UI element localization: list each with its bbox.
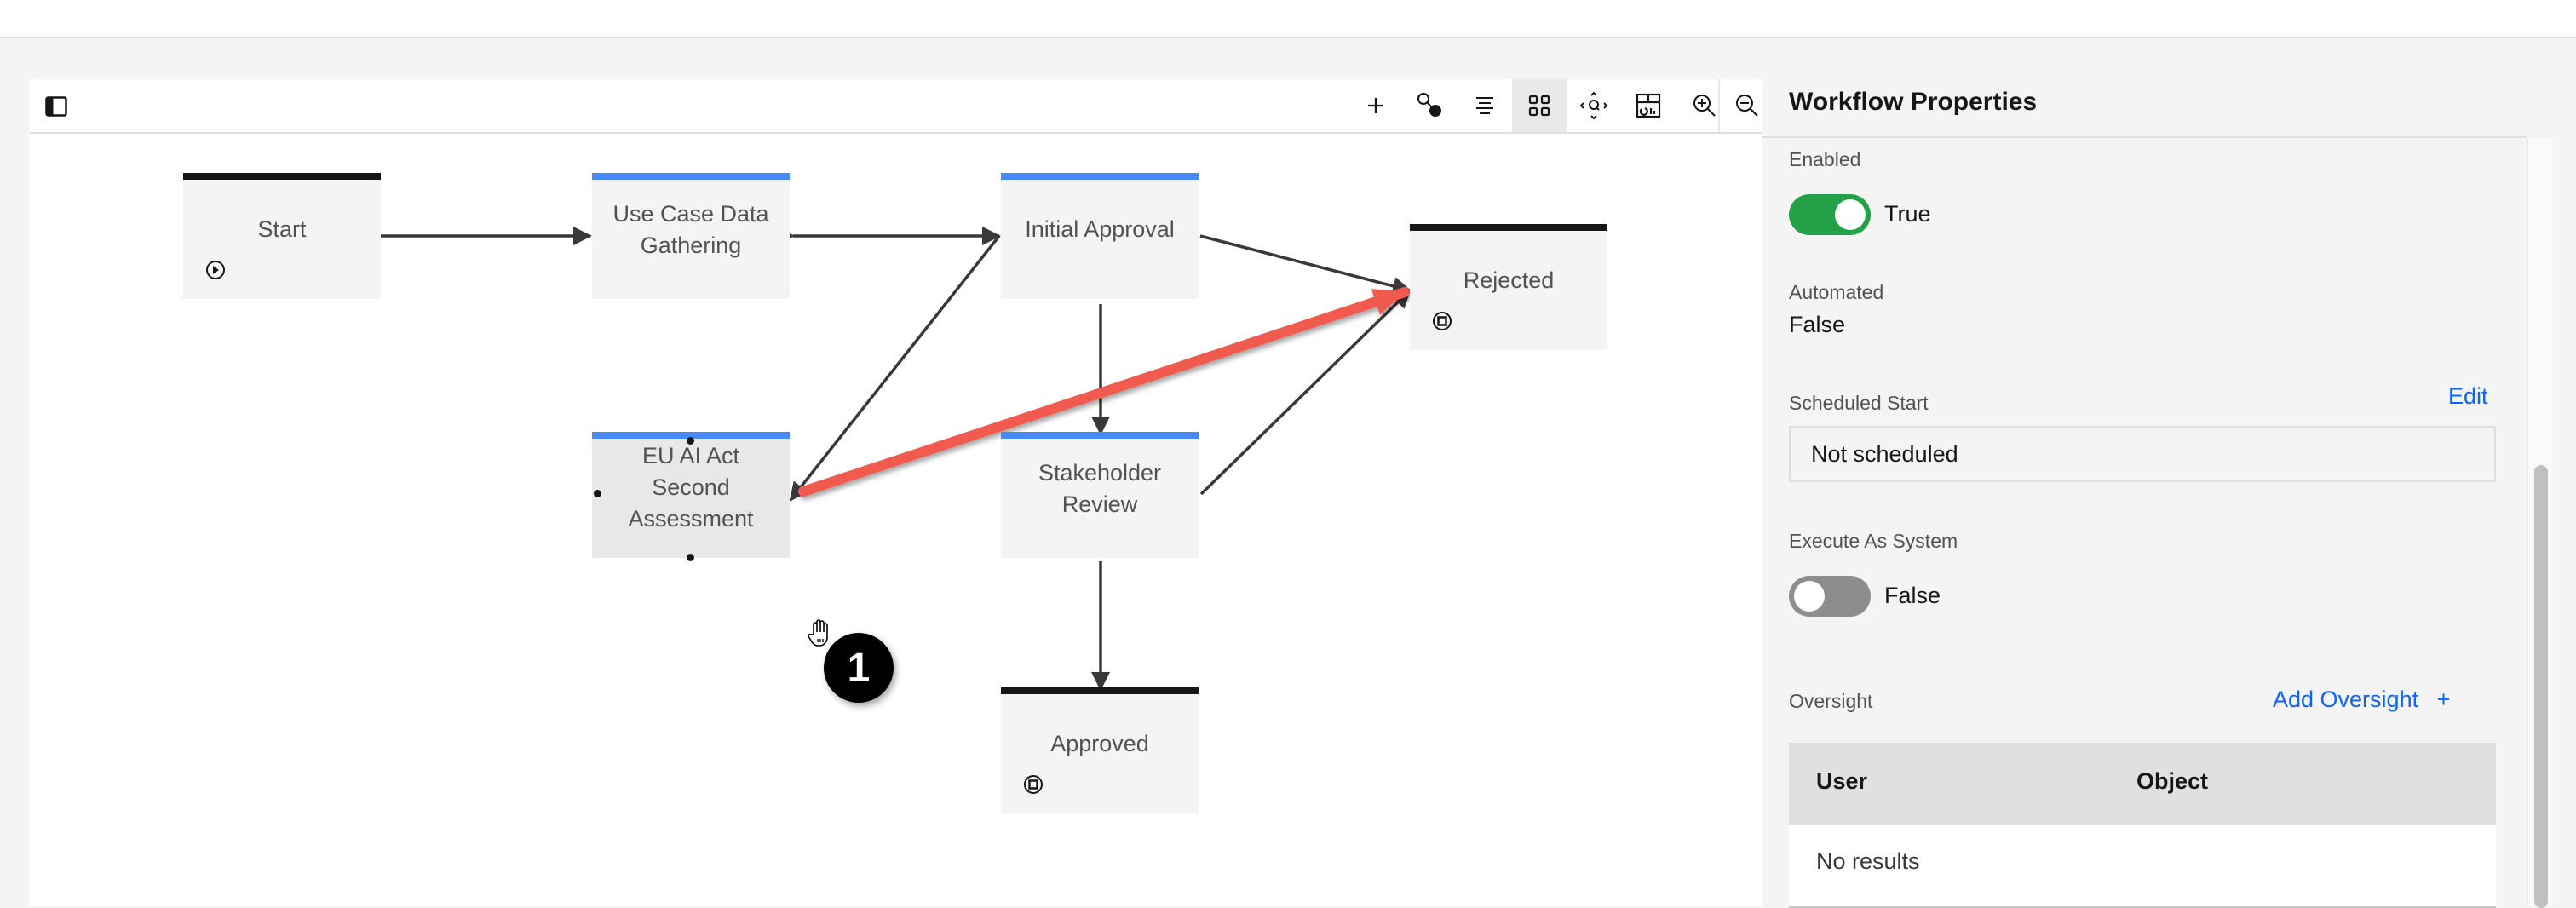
node-eu-ai-act-second-assessment[interactable]: EU AI Act Second Assessment: [592, 432, 790, 561]
zoom-in-button[interactable]: [1677, 79, 1732, 132]
align-button[interactable]: [1458, 79, 1512, 132]
panel-divider: [1762, 136, 2527, 138]
empty-state-text: No results: [1816, 848, 1920, 874]
sidebar-panel-icon: [45, 96, 67, 117]
enabled-value: True: [1884, 201, 1931, 227]
node-bar: [1001, 687, 1199, 694]
automated-label: Automated: [1789, 281, 1884, 303]
panel-scrollbar-thumb[interactable]: [2534, 465, 2548, 908]
grid-icon: [1528, 95, 1550, 117]
panel-scrollbar[interactable]: [2527, 138, 2552, 908]
workflow-canvas: Start Use Case Data Gathering Initial Ap…: [30, 79, 1762, 906]
step-annotation-badge: 1: [824, 633, 894, 703]
execute-as-system-value: False: [1884, 583, 1941, 608]
node-bar: [1410, 224, 1607, 231]
node-bar: [1001, 173, 1199, 180]
edge-initialapproval-rejected[interactable]: [1199, 234, 1412, 296]
stop-circle-icon: [1433, 312, 1452, 330]
workflow-graph: Start Use Case Data Gathering Initial Ap…: [30, 134, 1762, 906]
connect-button[interactable]: [1403, 79, 1458, 132]
play-circle-icon: [206, 261, 225, 279]
align-center-icon: [1476, 97, 1493, 114]
hand-cursor-icon: [808, 619, 828, 647]
automated-value: False: [1789, 312, 1846, 337]
fit-view-button[interactable]: [1567, 79, 1621, 132]
node-label: Initial Approval: [1025, 216, 1175, 242]
add-oversight-label: Add Oversight: [2273, 687, 2419, 712]
node-rejected[interactable]: Rejected: [1410, 224, 1607, 350]
node-label: Stakeholder Review: [1038, 460, 1162, 517]
plus-icon: [1368, 98, 1383, 113]
edge-initialapproval-euaiact[interactable]: [789, 234, 1001, 502]
scheduled-start-value: Not scheduled: [1811, 441, 1958, 467]
zoom-out-icon: [1735, 95, 1758, 117]
node-stakeholder-review[interactable]: Stakeholder Review: [1001, 432, 1199, 558]
node-start[interactable]: Start: [183, 173, 381, 299]
node-bar: [1001, 432, 1199, 439]
canvas-toolbar: [30, 79, 1762, 134]
node-label: Use Case Data Gathering: [612, 201, 769, 258]
connection-handle-bottom[interactable]: [687, 554, 694, 561]
enabled-toggle[interactable]: [1789, 194, 1871, 235]
stop-circle-icon: [1024, 775, 1043, 794]
table-empty-row: No results: [1789, 825, 2496, 908]
connect-icon: [1417, 93, 1441, 117]
oversight-label: Oversight: [1789, 690, 1873, 712]
execute-as-system-toggle[interactable]: [1789, 576, 1871, 617]
column-header-user[interactable]: User: [1816, 768, 1867, 795]
node-initial-approval[interactable]: Initial Approval: [1001, 173, 1199, 299]
node-label: Start: [257, 216, 307, 242]
node-label: Approved: [1050, 731, 1149, 756]
panel-title: Workflow Properties: [1789, 88, 2038, 116]
toggle-sidebar-button[interactable]: [45, 96, 67, 117]
node-label: EU AI Act Second Assessment: [628, 443, 754, 532]
dashboard-icon: [1636, 93, 1661, 118]
table-header: User Object: [1789, 743, 2496, 825]
node-label: Rejected: [1463, 267, 1555, 293]
toggle-knob: [1794, 581, 1825, 612]
oversight-table: User Object No results: [1789, 743, 2496, 908]
connection-handle-top[interactable]: [687, 437, 694, 445]
zoom-in-icon: [1693, 95, 1716, 117]
zoom-out-button[interactable]: [1732, 79, 1762, 132]
scheduled-start-field[interactable]: Not scheduled: [1789, 426, 2496, 482]
node-bar: [183, 173, 381, 180]
top-bar: [0, 0, 2576, 38]
node-bar: [592, 173, 790, 180]
grid-view-button[interactable]: [1512, 79, 1567, 132]
center-focus-icon: [1579, 91, 1608, 120]
column-header-object[interactable]: Object: [2136, 768, 2208, 795]
edit-schedule-link[interactable]: Edit: [2448, 383, 2488, 410]
connection-handle-left[interactable]: [594, 490, 601, 497]
add-node-button[interactable]: [1348, 79, 1403, 132]
node-approved[interactable]: Approved: [1001, 687, 1199, 813]
execute-as-system-label: Execute As System: [1789, 530, 1958, 552]
edge-stakeholder-rejected[interactable]: [1199, 289, 1412, 496]
plus-icon: +: [2436, 687, 2451, 712]
enabled-label: Enabled: [1789, 148, 1861, 170]
node-use-case-data-gathering[interactable]: Use Case Data Gathering: [592, 173, 790, 299]
add-oversight-button[interactable]: Add Oversight +: [2273, 687, 2450, 713]
toggle-knob: [1835, 199, 1866, 230]
dashboard-button[interactable]: [1621, 79, 1676, 132]
scheduled-start-label: Scheduled Start: [1789, 392, 1929, 414]
